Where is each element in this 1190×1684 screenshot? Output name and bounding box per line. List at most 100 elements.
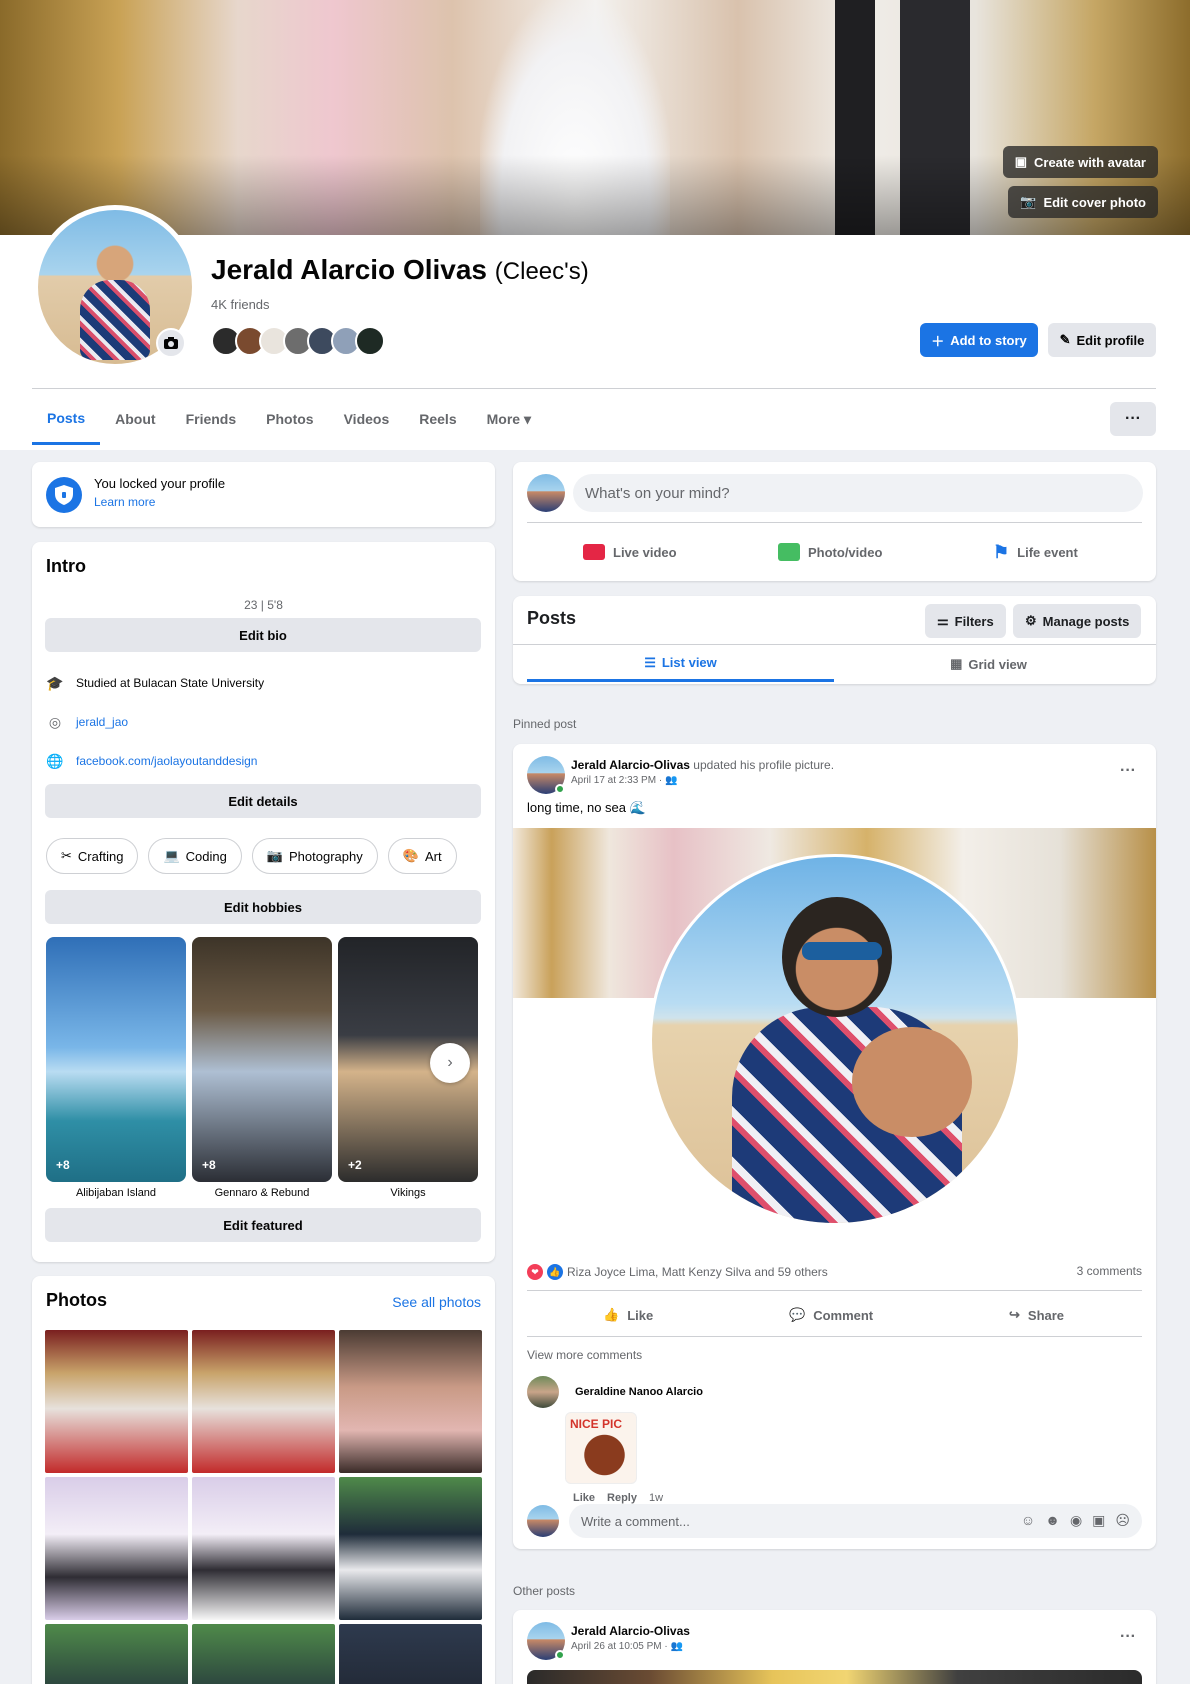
post-composer: What's on your mind? Live video Photo/vi… — [513, 462, 1156, 581]
comments-count[interactable]: 3 comments — [1077, 1264, 1142, 1278]
friend-avatars[interactable] — [211, 326, 385, 356]
post-options-button[interactable]: ··· — [1120, 762, 1136, 780]
hobby-chip[interactable]: 🎨 Art — [387, 838, 457, 874]
edit-hobbies-button[interactable]: Edit hobbies — [45, 890, 481, 924]
reactions-summary[interactable]: ❤ 👍 Riza Joyce Lima, Matt Kenzy Silva an… — [527, 1264, 828, 1280]
post-image[interactable] — [527, 1670, 1142, 1684]
tab-posts[interactable]: Posts — [32, 393, 101, 445]
featured-item[interactable]: +8 — [46, 937, 186, 1182]
grid-view-tab[interactable]: ▦ Grid view — [835, 646, 1142, 682]
photo-thumb[interactable] — [192, 1477, 335, 1620]
featured-item[interactable]: +8 — [192, 937, 332, 1182]
intro-title: Intro — [46, 556, 86, 576]
avatar-sticker-icon[interactable]: ☹ — [1115, 1512, 1130, 1529]
photo-icon — [778, 543, 800, 561]
nice-pic-sticker: NICE PIC — [565, 1412, 637, 1484]
post-divider — [527, 1336, 1142, 1337]
post-author[interactable]: Jerald Alarcio-Olivas — [571, 758, 690, 772]
avatar[interactable] — [527, 1505, 559, 1537]
edit-details-button[interactable]: Edit details — [45, 784, 481, 818]
create-avatar-button[interactable]: ▣ Create with avatar — [1002, 146, 1158, 178]
posts-title: Posts — [527, 608, 577, 628]
thumbs-up-icon: 👍 — [603, 1307, 620, 1322]
avatar-shirt — [80, 280, 150, 360]
whats-on-your-mind-input[interactable]: What's on your mind? — [573, 474, 1143, 512]
picture-sunglasses — [802, 942, 882, 960]
tab-reels[interactable]: Reels — [404, 393, 471, 445]
photo-thumb[interactable] — [45, 1330, 188, 1473]
profile-tabs: Posts About Friends Photos Videos Reels … — [32, 393, 546, 445]
other-posts-label: Other posts — [513, 1584, 576, 1598]
photo-grid — [45, 1330, 482, 1684]
laptop-icon: 💻 — [163, 848, 180, 863]
hobby-chip[interactable]: 📷 Photography — [251, 838, 378, 874]
tab-friends[interactable]: Friends — [171, 393, 252, 445]
comment-like-button[interactable]: Like — [573, 1492, 595, 1504]
post-author[interactable]: Jerald Alarcio-Olivas — [571, 1624, 690, 1638]
sticker-icon[interactable]: ☺ — [1021, 1512, 1035, 1529]
edit-featured-button[interactable]: Edit featured — [45, 1208, 481, 1242]
photo-thumb[interactable] — [45, 1624, 188, 1684]
chevron-right-icon[interactable]: › — [430, 1043, 470, 1083]
live-video-button[interactable]: Live video — [583, 532, 677, 572]
hobby-chip[interactable]: 💻 Coding — [148, 838, 242, 874]
photo-thumb[interactable] — [45, 1477, 188, 1620]
more-options-button[interactable]: ··· — [1110, 402, 1156, 436]
live-video-icon — [583, 544, 605, 560]
instagram-link[interactable]: jerald_jao — [76, 715, 128, 729]
add-to-story-button[interactable]: ＋ Add to story — [920, 323, 1038, 357]
edit-profile-button[interactable]: ✎ Edit profile — [1048, 323, 1156, 357]
tab-about[interactable]: About — [100, 393, 170, 445]
edit-bio-button[interactable]: Edit bio — [45, 618, 481, 652]
friends-icon: 👥 — [670, 1641, 683, 1652]
see-all-photos-link[interactable]: See all photos — [392, 1294, 481, 1310]
emoji-icon[interactable]: ☻ — [1045, 1512, 1060, 1529]
like-button[interactable]: 👍 Like — [603, 1300, 653, 1330]
filter-icon: ⚌ — [937, 613, 949, 628]
comment-reply-button[interactable]: Reply — [607, 1492, 637, 1504]
edit-cover-button[interactable]: 📷 Edit cover photo — [1008, 186, 1158, 218]
learn-more-link[interactable]: Learn more — [94, 495, 155, 509]
tab-videos[interactable]: Videos — [329, 393, 405, 445]
ellipsis-icon: ··· — [1125, 410, 1141, 427]
photo-thumb[interactable] — [339, 1477, 482, 1620]
friends-count[interactable]: 4K friends — [211, 297, 270, 312]
commenter-avatar[interactable] — [527, 1376, 559, 1408]
scissors-icon: ✂ — [61, 848, 72, 863]
manage-posts-button[interactable]: ⚙ Manage posts — [1013, 604, 1142, 638]
profile-picture-image[interactable] — [649, 854, 1021, 1226]
list-view-tab[interactable]: ☰ List view — [527, 646, 834, 682]
view-more-comments-link[interactable]: View more comments — [527, 1348, 642, 1362]
grid-icon: ▦ — [950, 656, 963, 671]
comment-button[interactable]: 💬 Comment — [789, 1300, 873, 1330]
tab-photos[interactable]: Photos — [251, 393, 328, 445]
post-time: April 17 at 2:33 PM · 👥 — [571, 775, 678, 786]
write-comment-input[interactable]: Write a comment... ☺ ☻ ◉ ▣ ☹ — [569, 1504, 1142, 1538]
camera-icon[interactable] — [156, 328, 186, 358]
share-button[interactable]: ↪ Share — [1009, 1300, 1064, 1330]
photo-thumb[interactable] — [192, 1330, 335, 1473]
flag-icon: ⚑ — [993, 541, 1010, 562]
commenter-name[interactable]: Geraldine Nanoo Alarcio — [575, 1386, 703, 1398]
other-post: Jerald Alarcio-Olivas April 26 at 10:05 … — [513, 1610, 1156, 1684]
gif-icon[interactable]: ▣ — [1092, 1512, 1105, 1529]
photo-thumb[interactable] — [339, 1624, 482, 1684]
cover-photo: ▣ Create with avatar 📷 Edit cover photo — [0, 0, 1190, 235]
post-options-button[interactable]: ··· — [1120, 1628, 1136, 1646]
website-link[interactable]: facebook.com/jaolayoutanddesign — [76, 754, 257, 768]
photo-video-button[interactable]: Photo/video — [778, 532, 882, 572]
friend-avatar[interactable] — [355, 326, 385, 356]
photo-thumb[interactable] — [192, 1624, 335, 1684]
life-event-button[interactable]: ⚑ Life event — [993, 532, 1078, 572]
filters-button[interactable]: ⚌ Filters — [925, 604, 1006, 638]
school-name: Bulacan State University — [133, 676, 265, 690]
tab-more[interactable]: More ▾ — [472, 393, 546, 445]
photo-thumb[interactable] — [339, 1330, 482, 1473]
camera-icon[interactable]: ◉ — [1070, 1512, 1082, 1529]
post-divider — [527, 1290, 1142, 1291]
avatar[interactable] — [527, 474, 565, 512]
hobby-chip[interactable]: ✂ Crafting — [46, 838, 139, 874]
profile-name: Jerald Alarcio Olivas (Cleec's) — [211, 254, 589, 285]
header-divider — [32, 388, 1156, 389]
comment-icon: 💬 — [789, 1307, 806, 1322]
